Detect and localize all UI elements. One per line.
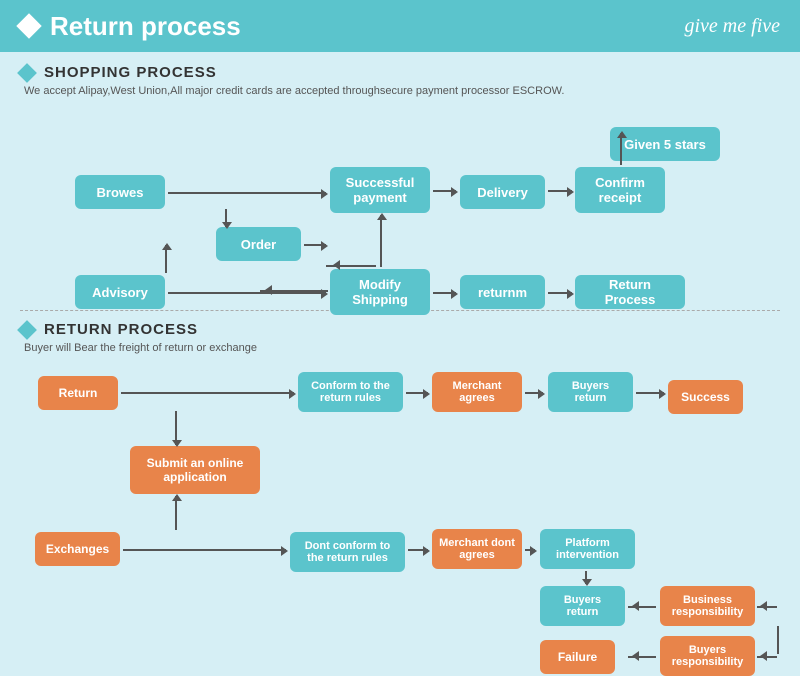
successful-payment-box: Successful payment [330,167,430,213]
returnm-box: returnm [460,275,545,309]
failure-box: Failure [540,640,615,674]
arrow-platform-buyers2 [585,571,587,584]
arrow-buyers-fail-head [627,651,639,661]
arrow-buyers1-success [636,392,664,394]
success-box: Success [668,380,743,414]
arrow-delivery-confirm [548,190,572,192]
merchant-agrees-box: Merchant agrees [432,372,522,412]
return-desc: Buyer will Bear the freight of return or… [24,342,780,354]
merchant-dont-box: Merchant dont agrees [432,529,522,569]
logo-text: give me five [685,15,781,38]
arrow-browes-down [225,209,227,227]
return-process-box: Return Process [575,275,685,309]
shopping-section-header: SHOPPING PROCESS [20,64,780,81]
arrow-browes-payment [168,192,326,194]
exchanges-box: Exchanges [35,532,120,566]
arrow-modify-return [433,292,456,294]
shopping-desc: We accept Alipay,West Union,All major cr… [24,85,780,97]
arrow-return-down [175,411,177,445]
business-responsibility-box: Business responsibility [660,586,755,626]
arrow-modify-payment-head [328,260,340,270]
arrow-return-conform [121,392,294,394]
delivery-box: Delivery [460,175,545,209]
return-box: Return [38,376,118,410]
return-diamond-icon [17,320,37,340]
confirm-receipt-box: Confirm receipt [575,167,665,213]
buyers-return2-box: Buyers return [540,586,625,626]
header-diamond-icon [16,13,41,38]
conform-return-box: Conform to the return rules [298,372,403,412]
arrow-biz-buyers2-head [627,601,639,611]
arrow-advisory-up [165,245,167,273]
buyers-return1-box: Buyers return [548,372,633,412]
arrow-payment-delivery [433,190,456,192]
arrow-order-right [304,244,326,246]
page-title: Return process [50,11,241,42]
arrow-back-advisory-head [260,285,272,295]
buyers-responsibility-box: Buyers responsibility [660,636,755,676]
shopping-diamond-icon [17,63,37,83]
arrow-merchant-platform [525,549,535,551]
arrow-dont-merchant [408,549,428,551]
shopping-section-title: SHOPPING PROCESS [44,64,217,81]
browes-box: Browes [75,175,165,209]
return-section-header: RETURN PROCESS [20,321,780,338]
shopping-flow: Given 5 stars Browes Successful payment … [20,107,780,302]
arrow-vert-right [777,626,779,654]
header: Return process give me five [0,0,800,52]
arrow-merchant-buyers1 [525,392,543,394]
arrow-advisory-right [168,292,326,294]
arrow-right-buyers-resp-head [755,651,767,661]
arrow-confirm-stars [620,133,622,165]
arrow-conform-merchant [406,392,428,394]
platform-intervention-box: Platform intervention [540,529,635,569]
dont-conform-box: Dont conform to the return rules [290,532,405,572]
modify-shipping-box: Modify Shipping [330,269,430,315]
arrow-exchanges-up [175,496,177,530]
advisory-box: Advisory [75,275,165,309]
arrow-modify-payment [380,215,382,267]
arrow-right-biz-head [755,601,767,611]
main-content: SHOPPING PROCESS We accept Alipay,West U… [0,52,800,666]
return-flow: Return Exchanges Submit an online applic… [20,364,780,654]
return-section-title: RETURN PROCESS [44,321,198,338]
submit-online-box: Submit an online application [130,446,260,494]
arrow-return-process [548,292,572,294]
arrow-exchanges-dont [123,549,286,551]
